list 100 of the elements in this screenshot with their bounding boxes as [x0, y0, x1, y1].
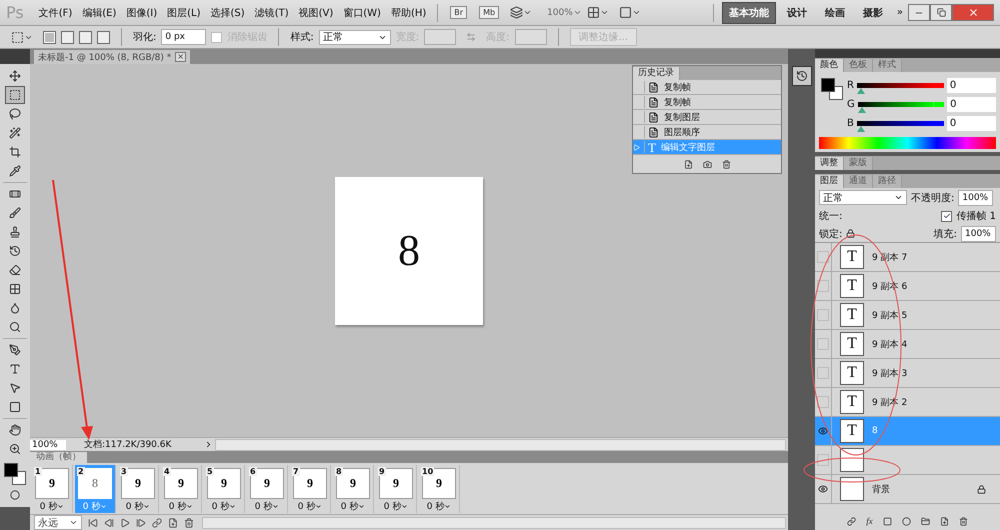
animation-frame[interactable]: 9 9 0 秒 — [376, 465, 417, 513]
animation-frame[interactable]: 9 3 0 秒 — [118, 465, 159, 513]
horizontal-scrollbar[interactable] — [202, 516, 786, 528]
feather-field[interactable]: 0 px — [161, 29, 206, 45]
blend-mode-select[interactable]: 正常 — [819, 190, 907, 205]
app-button[interactable]: Br — [450, 6, 468, 19]
folder-icon[interactable] — [920, 516, 930, 526]
color-slider[interactable] — [858, 102, 944, 114]
marquee-preset-icon[interactable] — [11, 30, 24, 44]
layer-row[interactable]: T 9 副本 3 — [815, 359, 1000, 388]
menu-item[interactable]: 图层(L) — [162, 6, 206, 20]
animation-frame[interactable]: 8 2 0 秒 — [75, 465, 116, 513]
document-tab[interactable]: 未标题-1 @ 100% (8, RGB/8) * × — [34, 50, 190, 64]
slider-thumb[interactable] — [856, 88, 865, 94]
app-button[interactable]: Mb — [479, 6, 500, 19]
channel-value-field[interactable]: 0 — [946, 78, 996, 93]
color-spectrum[interactable] — [819, 137, 996, 149]
previous-frame-icon[interactable] — [104, 518, 114, 528]
animation-frame[interactable]: 9 4 0 秒 — [161, 465, 202, 513]
history-icon[interactable] — [792, 66, 812, 86]
play-icon[interactable] — [120, 518, 130, 528]
delete-icon[interactable] — [184, 518, 194, 528]
layers-icon[interactable] — [510, 6, 524, 19]
marquee-tool-icon[interactable] — [5, 86, 25, 104]
more-button[interactable]: » — [892, 7, 908, 18]
workspace-tab[interactable]: 设计 — [780, 2, 814, 24]
trash-icon[interactable] — [722, 160, 730, 168]
propagate-checkbox[interactable] — [941, 210, 952, 222]
zoom-dropdown[interactable]: 100% — [547, 8, 573, 18]
history-item[interactable]: 复制帧 — [633, 80, 781, 95]
mask-icon[interactable] — [882, 516, 892, 526]
selection-mode-icon[interactable] — [79, 30, 92, 44]
panel-tab[interactable]: 调整 — [815, 157, 844, 170]
width-field[interactable] — [424, 29, 456, 45]
panel-tab[interactable]: 样式 — [873, 59, 902, 72]
workspace-tab[interactable]: 摄影 — [856, 2, 890, 24]
panel-tab[interactable]: 蒙版 — [844, 157, 873, 170]
height-field[interactable] — [514, 29, 546, 45]
menu-item[interactable]: 帮助(H) — [386, 6, 432, 20]
channel-value-field[interactable]: 0 — [947, 97, 996, 112]
animation-frame[interactable]: 9 1 0 秒 — [32, 465, 73, 513]
restore-button[interactable] — [930, 4, 952, 21]
history-item[interactable]: 复制帧 — [633, 95, 781, 110]
menu-item[interactable]: 窗口(W) — [338, 6, 386, 20]
history-item[interactable]: 复制图层 — [633, 110, 781, 125]
history-item[interactable]: 图层顺序 — [633, 125, 781, 140]
horizontal-scrollbar[interactable] — [215, 438, 786, 450]
new-document-icon[interactable] — [684, 160, 692, 168]
selection-mode-icon[interactable] — [61, 30, 74, 44]
loop-select[interactable]: 永远 — [34, 515, 82, 530]
layer-row[interactable]: T 8 — [815, 417, 1000, 446]
trash-icon[interactable] — [958, 516, 968, 526]
lock-icon[interactable] — [846, 229, 856, 238]
adjustment-icon[interactable] — [902, 516, 911, 526]
panel-tab[interactable]: 动画（帧） — [30, 452, 87, 463]
link-icon[interactable] — [847, 516, 856, 526]
panel-tab[interactable]: 通道 — [844, 175, 873, 188]
layer-row[interactable]: 背景 — [815, 475, 1000, 504]
opacity-field[interactable]: 100% — [958, 190, 994, 206]
minimize-button[interactable] — [908, 4, 930, 21]
menu-item[interactable]: 滤镜(T) — [250, 6, 294, 20]
slider-thumb[interactable] — [858, 106, 866, 112]
new-layer-icon[interactable] — [940, 516, 949, 526]
selection-mode-icon[interactable] — [43, 30, 56, 44]
panel-tab[interactable]: 历史记录 — [633, 67, 680, 80]
menu-item[interactable]: 选择(S) — [206, 6, 250, 20]
panel-tab[interactable]: 路径 — [873, 175, 902, 188]
first-frame-icon[interactable] — [88, 518, 98, 528]
screen-mode-icon[interactable] — [618, 6, 632, 19]
menu-item[interactable]: 编辑(E) — [77, 6, 122, 20]
fill-field[interactable]: 100% — [961, 226, 996, 242]
menu-item[interactable]: 图像(I) — [121, 6, 162, 20]
next-frame-icon[interactable] — [136, 518, 146, 528]
animation-frame[interactable]: 9 6 0 秒 — [247, 465, 288, 513]
fx-button[interactable]: fx — [866, 516, 873, 526]
color-swatches-icon[interactable] — [821, 78, 843, 100]
panel-tab[interactable]: 色板 — [844, 59, 873, 72]
workspace-tab[interactable]: 基本功能 — [722, 2, 776, 24]
style-select[interactable]: 正常 — [318, 30, 391, 44]
channel-value-field[interactable]: 0 — [946, 116, 996, 131]
workspace-tab[interactable]: 绘画 — [818, 2, 852, 24]
layer-row[interactable]: T 9 副本 4 — [815, 330, 1000, 359]
color-slider[interactable] — [856, 82, 944, 94]
color-slider[interactable] — [856, 120, 944, 132]
layer-row[interactable]: T 9 副本 5 — [815, 301, 1000, 330]
animation-frame[interactable]: 9 7 0 秒 — [290, 465, 331, 513]
new-frame-icon[interactable] — [168, 518, 178, 528]
panel-tab[interactable]: 图层 — [815, 175, 844, 188]
animation-frame[interactable]: 9 10 0 秒 — [419, 465, 460, 513]
menu-item[interactable]: 文件(F) — [34, 6, 78, 20]
zoom-field[interactable]: 100% — [30, 440, 66, 450]
color-swatches-icon[interactable] — [4, 463, 26, 485]
animation-frame[interactable]: 9 5 0 秒 — [204, 465, 245, 513]
arrange-icon[interactable] — [586, 6, 600, 19]
menu-item[interactable]: 视图(V) — [294, 6, 338, 20]
panel-tab[interactable]: 颜色 — [815, 59, 844, 72]
animation-frame[interactable]: 9 8 0 秒 — [333, 465, 374, 513]
selection-mode-icon[interactable] — [97, 30, 110, 44]
layer-row[interactable] — [815, 446, 1000, 475]
camera-icon[interactable] — [702, 160, 712, 168]
